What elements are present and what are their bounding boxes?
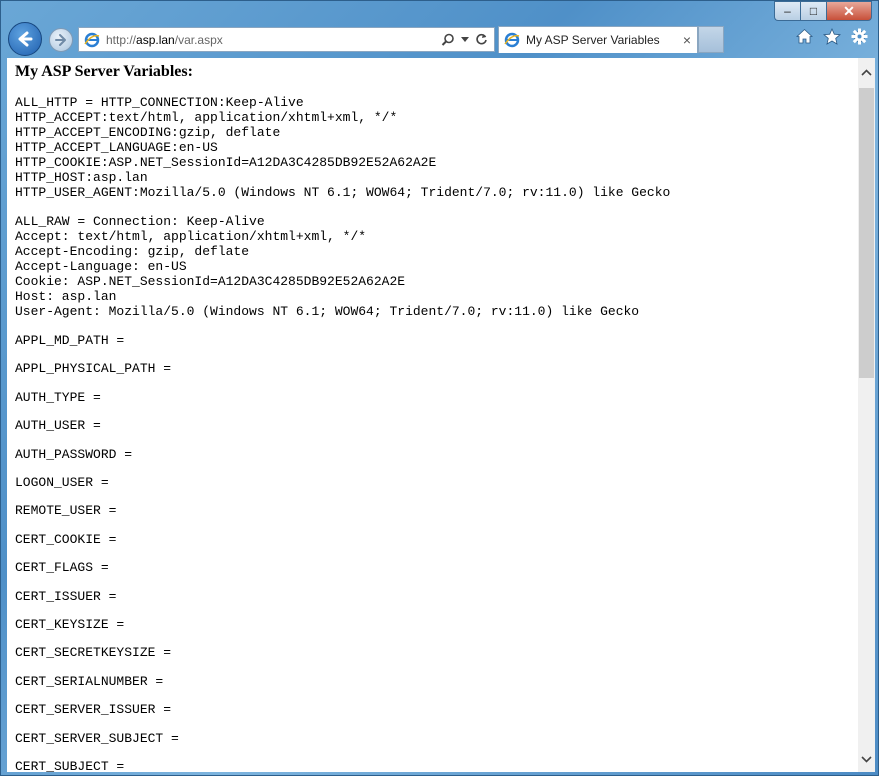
variable-line: CERT_SERIALNUMBER = bbox=[15, 673, 164, 689]
url-path: /var.aspx bbox=[174, 32, 223, 47]
variable-line: CERT_KEYSIZE = bbox=[15, 617, 125, 632]
variable-line: AUTH_PASSWORD = bbox=[15, 446, 133, 462]
forward-button[interactable] bbox=[49, 28, 73, 52]
close-button[interactable]: ✕ bbox=[826, 1, 872, 21]
variable-line: HTTP_HOST:asp.lan bbox=[15, 170, 148, 185]
variable-line: HTTP_ACCEPT:text/html, application/xhtml… bbox=[15, 110, 398, 125]
home-icon[interactable] bbox=[796, 28, 813, 45]
address-bar[interactable]: http://asp.lan/var.aspx bbox=[78, 27, 495, 52]
back-arrow-icon bbox=[18, 31, 33, 47]
url-text[interactable]: http://asp.lan/var.aspx bbox=[106, 33, 441, 47]
maximize-button[interactable]: □ bbox=[800, 1, 826, 21]
variable-line: APPL_MD_PATH = bbox=[15, 333, 125, 348]
back-button[interactable] bbox=[8, 22, 42, 56]
all-http-block: ALL_HTTP = HTTP_CONNECTION:Keep-Alive HTT… bbox=[15, 95, 670, 200]
ie-logo-icon bbox=[84, 32, 100, 47]
variable-line: AUTH_TYPE = bbox=[15, 389, 101, 405]
url-scheme: http:// bbox=[106, 32, 137, 47]
variable-line: CERT_SECRETKEYSIZE = bbox=[15, 645, 172, 661]
variable-line: Host: asp.lan bbox=[15, 289, 117, 304]
tab-ie-icon bbox=[504, 32, 520, 48]
scroll-thumb[interactable] bbox=[859, 88, 874, 378]
variable-line: CERT_FLAGS = bbox=[15, 560, 109, 576]
scroll-up-button[interactable] bbox=[858, 64, 875, 81]
gear-icon[interactable] bbox=[851, 28, 868, 45]
variable-line: Cookie: ASP.NET_SessionId=A12DA3C4285DB9… bbox=[15, 274, 406, 289]
chevron-down-icon bbox=[861, 756, 872, 763]
caption-buttons: – □ ✕ bbox=[774, 1, 872, 21]
browser-window: – □ ✕ http://asp.lan/var.aspx My ASP Ser… bbox=[0, 0, 879, 776]
variable-line: REMOTE_USER = bbox=[15, 503, 117, 519]
tab-close-button[interactable]: × bbox=[677, 32, 697, 48]
variable-line: CERT_SERVER_SUBJECT = bbox=[15, 730, 179, 746]
variable-line: Accept: text/html, application/xhtml+xml… bbox=[15, 229, 367, 244]
variable-line: ALL_RAW = Connection: Keep-Alive bbox=[15, 214, 265, 229]
variable-line: Accept-Language: en-US bbox=[15, 259, 187, 274]
navigation-bar: http://asp.lan/var.aspx My ASP Server Va… bbox=[1, 21, 878, 57]
variable-line: HTTP_USER_AGENT:Mozilla/5.0 (Windows NT … bbox=[15, 185, 671, 200]
tab-current[interactable]: My ASP Server Variables × bbox=[498, 26, 698, 53]
tab-title: My ASP Server Variables bbox=[526, 33, 660, 47]
address-tools bbox=[441, 33, 494, 47]
variable-line: LOGON_USER = bbox=[15, 475, 109, 490]
forward-arrow-icon bbox=[55, 34, 66, 46]
variable-line: CERT_SUBJECT = bbox=[15, 759, 125, 772]
new-tab-button[interactable] bbox=[698, 26, 724, 53]
variable-line: CERT_SERVER_ISSUER = bbox=[15, 702, 172, 718]
refresh-icon[interactable] bbox=[475, 33, 488, 46]
search-icon[interactable] bbox=[441, 33, 455, 47]
chevron-up-icon bbox=[861, 69, 872, 76]
variable-line: User-Agent: Mozilla/5.0 (Windows NT 6.1;… bbox=[15, 304, 640, 319]
scroll-down-button[interactable] bbox=[858, 751, 875, 768]
minimize-button[interactable]: – bbox=[774, 1, 800, 21]
variable-line: AUTH_USER = bbox=[15, 418, 101, 434]
url-host: asp.lan bbox=[136, 32, 175, 47]
variable-line: CERT_COOKIE = bbox=[15, 531, 117, 547]
favorites-star-icon[interactable] bbox=[823, 28, 841, 45]
variable-line: Accept-Encoding: gzip, deflate bbox=[15, 244, 250, 259]
page-title: My ASP Server Variables: bbox=[15, 63, 193, 80]
variable-line: HTTP_COOKIE:ASP.NET_SessionId=A12DA3C428… bbox=[15, 155, 437, 170]
variable-line: CERT_ISSUER = bbox=[15, 588, 117, 604]
vertical-scrollbar[interactable] bbox=[858, 58, 875, 772]
variable-line: ALL_HTTP = HTTP_CONNECTION:Keep-Alive bbox=[15, 95, 304, 110]
dropdown-arrow-icon[interactable] bbox=[461, 36, 469, 43]
variable-line: HTTP_ACCEPT_LANGUAGE:en-US bbox=[15, 140, 218, 155]
toolbar-icons bbox=[796, 28, 868, 45]
variable-line: APPL_PHYSICAL_PATH = bbox=[15, 361, 172, 377]
variable-line: HTTP_ACCEPT_ENCODING:gzip, deflate bbox=[15, 125, 281, 140]
all-raw-block: ALL_RAW = Connection: Keep-Alive Accept: … bbox=[15, 214, 639, 319]
page-content: My ASP Server Variables: ALL_HTTP = HTTP… bbox=[7, 58, 858, 772]
